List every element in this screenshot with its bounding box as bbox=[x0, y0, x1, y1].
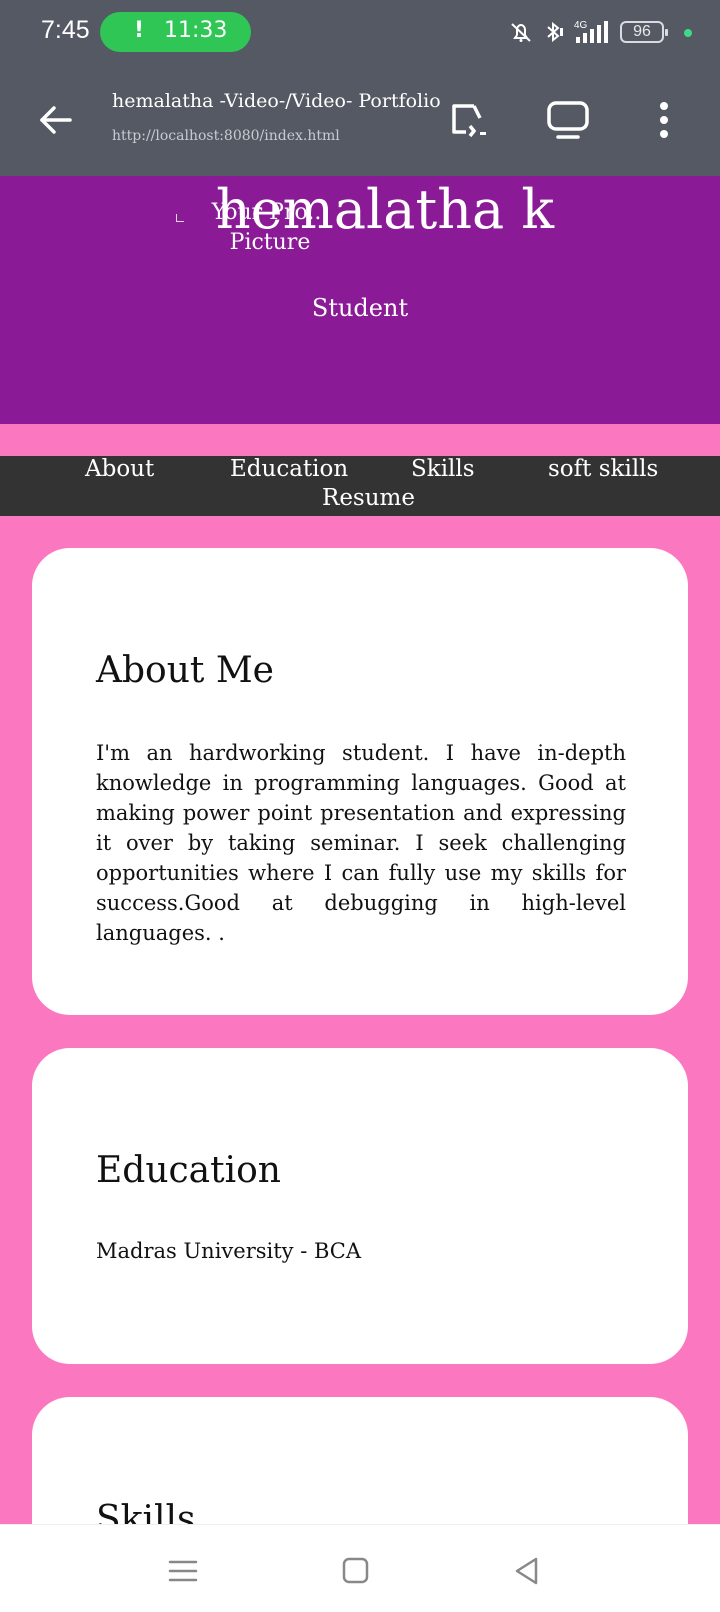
profile-role: Student bbox=[311, 294, 409, 322]
screen-icon[interactable] bbox=[544, 96, 592, 144]
menu-icon[interactable] bbox=[163, 1553, 203, 1589]
back-arrow-icon[interactable] bbox=[36, 100, 76, 140]
education-text: Madras University - BCA bbox=[96, 1239, 362, 1263]
bluetooth-icon bbox=[547, 21, 563, 43]
4g-signal-icon: 4G bbox=[574, 20, 608, 43]
status-time: 7:45 bbox=[41, 16, 90, 44]
status-bar: 7:45 ! 11:33 4G 96 bbox=[0, 0, 720, 64]
battery-icon: 96 bbox=[620, 21, 668, 43]
education-section: Education Madras University - BCA bbox=[32, 1048, 688, 1364]
alert-icon: ! bbox=[134, 18, 145, 43]
nav-link-education[interactable]: Education bbox=[230, 456, 348, 482]
nav-link-resume[interactable]: Resume bbox=[322, 485, 415, 511]
back-icon[interactable] bbox=[507, 1553, 547, 1589]
page-url: http://localhost:8080/index.html bbox=[112, 128, 340, 144]
app-bar: hemalatha -Video-/Video- Portfolio http:… bbox=[0, 64, 720, 176]
svg-text:4G: 4G bbox=[574, 20, 588, 31]
nav-link-soft-skills[interactable]: soft skills bbox=[548, 456, 658, 482]
call-timer-text: 11:33 bbox=[164, 18, 228, 43]
status-icons: 4G 96 bbox=[508, 18, 668, 46]
nav-link-about[interactable]: About bbox=[85, 456, 154, 482]
system-navigation-bar bbox=[0, 1524, 720, 1612]
page-title: hemalatha -Video-/Video- Portfolio bbox=[112, 90, 441, 112]
profile-name: hemalatha k bbox=[215, 178, 555, 241]
nav-link-skills[interactable]: Skills bbox=[411, 456, 475, 482]
about-heading: About Me bbox=[96, 650, 274, 691]
privacy-indicator-dot bbox=[684, 29, 692, 37]
more-options-icon[interactable] bbox=[640, 96, 688, 144]
about-section: About Me I'm an hardworking student. I h… bbox=[32, 548, 688, 1015]
call-timer-pill[interactable]: ! 11:33 bbox=[100, 12, 251, 52]
cast-icon[interactable] bbox=[444, 96, 492, 144]
education-heading: Education bbox=[96, 1150, 281, 1191]
mute-bell-icon bbox=[511, 23, 531, 42]
home-icon[interactable] bbox=[335, 1553, 375, 1589]
section-nav: About Education Skills soft skills Resum… bbox=[0, 456, 720, 516]
about-text: I'm an hardworking student. I have in-de… bbox=[96, 741, 626, 945]
